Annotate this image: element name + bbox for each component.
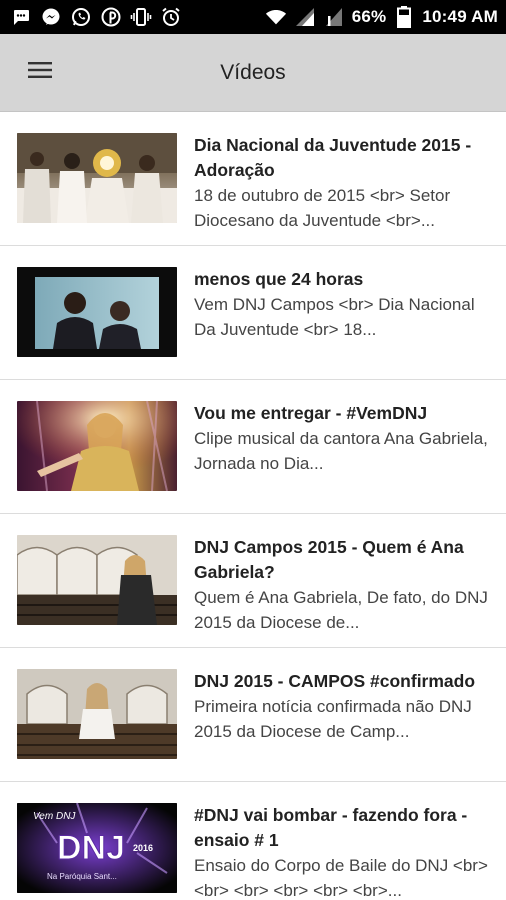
video-list-item[interactable]: DNJ 2015 - CAMPOS #confirmado Primeira n… [0,648,506,782]
thumbnail-top-text: Vem DNJ [33,811,76,822]
hamburger-menu-icon [28,61,52,84]
clock-time: 10:49 AM [422,7,498,26]
video-list-item[interactable]: Dia Nacional da Juventude 2015 - Adoraçã… [0,112,506,246]
video-title: DNJ Campos 2015 - Quem é Ana Gabriela? [194,537,464,582]
video-title: Dia Nacional da Juventude 2015 - Adoraçã… [194,135,472,180]
video-description: Ensaio do Corpo de Baile do DNJ <br> <br… [194,856,488,900]
whatsapp-icon [70,6,92,28]
video-title: Vou me entregar - #VemDNJ [194,403,428,423]
thumbnail-side-text: 2016 [133,843,153,853]
video-thumbnail [17,133,177,223]
signal-icon [323,6,345,28]
video-thumbnail: Vem DNJ DNJ 2016 Na Paróquia Sant... [17,803,177,893]
video-thumbnail [17,267,177,357]
video-title: #DNJ vai bombar - fazendo fora - ensaio … [194,805,468,850]
menu-button[interactable] [12,45,68,101]
video-list-item[interactable]: DNJ Campos 2015 - Quem é Ana Gabriela? Q… [0,514,506,648]
pinterest-icon [100,6,122,28]
video-title: DNJ 2015 - CAMPOS #confirmado [194,671,476,691]
video-description: Vem DNJ Campos <br> Dia Nacional Da Juve… [194,295,475,339]
video-thumbnail [17,535,177,625]
thumbnail-main-text: DNJ [57,829,125,867]
video-description: Primeira notícia confirmada não DNJ 2015… [194,697,472,741]
vibrate-icon [130,6,152,28]
wifi-icon [265,6,287,28]
video-description: Quem é Ana Gabriela, De fato, do DNJ 201… [194,588,488,632]
video-thumbnail [17,669,177,759]
page-title: Vídeos [220,60,286,84]
message-icon [10,6,32,28]
battery-icon [393,6,415,28]
thumbnail-bottom-text: Na Paróquia Sant... [47,872,117,881]
video-list-item[interactable]: menos que 24 horas Vem DNJ Campos <br> D… [0,246,506,380]
video-thumbnail [17,401,177,491]
status-bar: 66% 10:49 AM [0,0,506,34]
alarm-icon [160,6,182,28]
messenger-icon [40,6,62,28]
video-description: Clipe musical da cantora Ana Gabriela, J… [194,429,488,473]
video-title: menos que 24 horas [194,269,364,289]
signal-icon [294,6,316,28]
video-list: Dia Nacional da Juventude 2015 - Adoraçã… [0,112,506,900]
video-list-item[interactable]: Vem DNJ DNJ 2016 Na Paróquia Sant... #DN… [0,782,506,900]
app-bar: Vídeos [0,34,506,112]
video-list-item[interactable]: Vou me entregar - #VemDNJ Clipe musical … [0,380,506,514]
battery-percent: 66% [351,7,387,26]
video-description: 18 de outubro de 2015 <br> Setor Diocesa… [194,186,451,230]
